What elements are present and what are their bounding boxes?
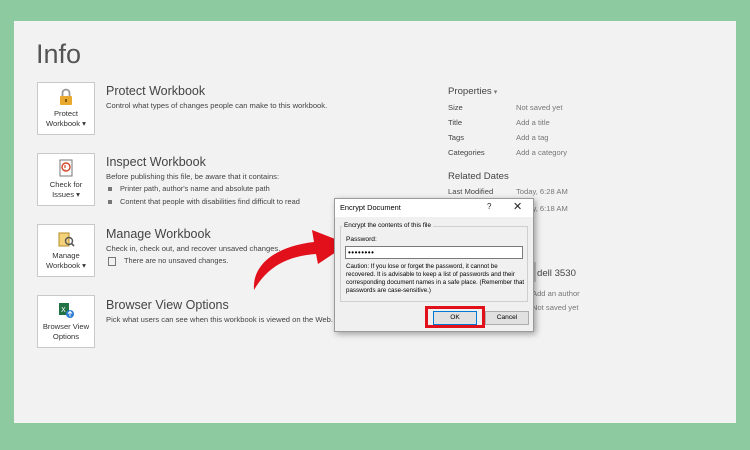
caution-text: Caution: If you lose or forget the passw…	[346, 263, 525, 294]
cancel-button[interactable]: Cancel	[485, 311, 529, 325]
protect-workbook-title: Protect Workbook	[106, 84, 206, 98]
prop-key-size: Size	[448, 103, 463, 112]
svg-text:X: X	[61, 306, 66, 314]
properties-dropdown[interactable]: Properties ▾	[448, 86, 497, 97]
last-modified-by-value: Not saved yet	[532, 303, 579, 312]
manage-workbook-title: Manage Workbook	[106, 227, 211, 241]
browser-view-options-tile-label: Browser View Options	[42, 322, 90, 341]
protect-workbook-desc: Control what types of changes people can…	[106, 101, 328, 110]
browser-view-options-desc: Pick what users can see when this workbo…	[106, 315, 333, 324]
manage-bullet: There are no unsaved changes.	[108, 256, 228, 266]
manage-workbook-button[interactable]: Manage Workbook ▾	[37, 224, 95, 277]
prop-key-title: Title	[448, 118, 463, 127]
file-icon	[108, 256, 116, 266]
prop-value-title[interactable]: Add a title	[516, 118, 550, 127]
ok-highlight-box	[425, 306, 485, 328]
protect-workbook-tile-label: Protect Workbook ▾	[46, 109, 86, 128]
password-input[interactable]: ••••••••	[345, 246, 523, 259]
protect-workbook-button[interactable]: Protect Workbook ▾	[37, 82, 95, 135]
date-key-last-modified: Last Modified	[448, 187, 494, 196]
password-label: Password:	[346, 236, 377, 243]
prop-value-tags[interactable]: Add a tag	[516, 133, 549, 142]
inspect-icon	[59, 159, 73, 177]
browser-view-options-button[interactable]: X Browser View Options	[37, 295, 95, 348]
prop-value-categories[interactable]: Add a category	[516, 148, 567, 157]
prop-value-size: Not saved yet	[516, 103, 563, 112]
dialog-title: Encrypt Document	[340, 203, 401, 212]
prop-key-tags: Tags	[448, 133, 465, 142]
manage-icon	[58, 232, 75, 247]
inspect-bullet: Content that people with disabilities fi…	[108, 197, 300, 206]
browser-view-options-title: Browser View Options	[106, 298, 229, 312]
inspect-bullet: Printer path, author's name and absolute…	[108, 184, 270, 193]
help-icon[interactable]: ?	[487, 202, 491, 211]
add-author-link[interactable]: Add an author	[532, 289, 580, 298]
inspect-workbook-title: Inspect Workbook	[106, 155, 206, 169]
manage-workbook-tile-label: Manage Workbook ▾	[46, 251, 86, 270]
encrypt-group-label: Encrypt the contents of this file	[342, 222, 434, 229]
lock-icon	[60, 88, 72, 105]
close-icon[interactable]: ✕	[513, 200, 522, 213]
date-value-last-modified: Today, 6:28 AM	[516, 187, 568, 196]
page-title: Info	[36, 39, 82, 69]
related-dates-title: Related Dates	[448, 171, 509, 182]
prop-key-categories: Categories	[448, 148, 485, 157]
check-for-issues-button[interactable]: Check for Issues ▾	[37, 153, 95, 206]
author-name: dell 3530	[537, 268, 576, 279]
browser-view-icon: X	[59, 303, 74, 318]
dialog-titlebar: Encrypt Document ? ✕	[335, 199, 533, 217]
inspect-workbook-desc: Before publishing this file, be aware th…	[106, 172, 280, 181]
check-for-issues-tile-label: Check for Issues ▾	[49, 180, 83, 199]
